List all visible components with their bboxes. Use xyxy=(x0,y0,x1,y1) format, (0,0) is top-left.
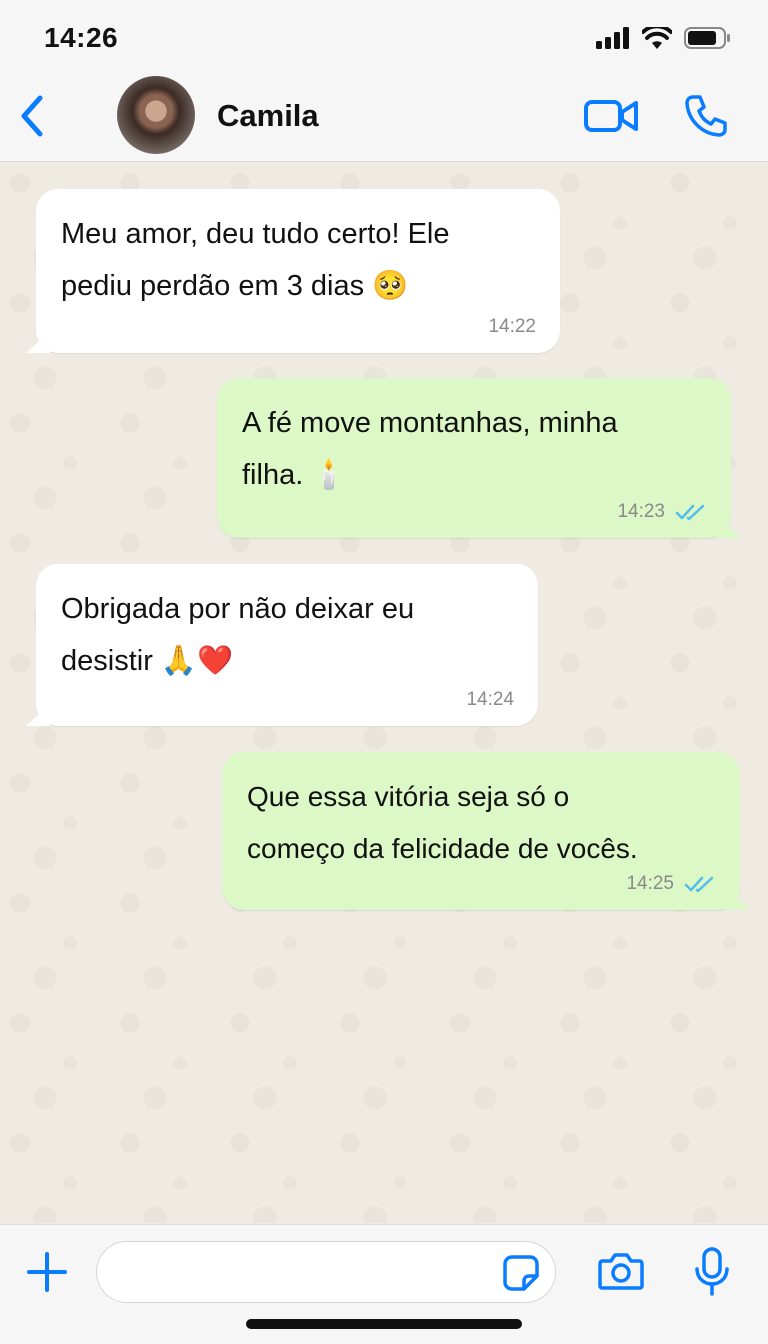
double-check-icon xyxy=(675,504,705,521)
input-bar xyxy=(0,1224,768,1344)
message-text-line: Obrigada por não deixar eu xyxy=(61,593,415,625)
video-camera-icon xyxy=(584,100,638,132)
chat-header: Camila xyxy=(0,72,768,162)
camera-button[interactable] xyxy=(598,1251,644,1291)
contact-name[interactable]: Camila xyxy=(217,98,319,134)
message-text-line: Meu amor, deu tudo certo! Ele xyxy=(61,218,450,250)
video-call-button[interactable] xyxy=(584,98,638,134)
message-text-line: começo da felicidade de vocês. xyxy=(247,833,638,864)
message-bubble-outgoing[interactable]: A fé move montanhas, minha filha. 🕯️ 14:… xyxy=(217,378,741,538)
message-bubble-outgoing[interactable]: Que essa vitória seja só o começo da fel… xyxy=(222,752,750,910)
message-bubble-incoming[interactable]: Obrigada por não deixar eu desistir 🙏❤️ … xyxy=(26,564,538,726)
back-button[interactable] xyxy=(14,92,50,140)
voice-call-button[interactable] xyxy=(684,94,728,138)
message-bubble-incoming[interactable]: Meu amor, deu tudo certo! Ele pediu perd… xyxy=(26,189,560,353)
sticker-button[interactable] xyxy=(502,1254,540,1292)
message-text-line: pediu perdão em 3 dias 🥺 xyxy=(61,270,409,302)
message-text-line: A fé move montanhas, minha xyxy=(242,407,618,439)
message-meta: 14:22 xyxy=(488,315,536,339)
double-check-icon xyxy=(684,876,714,893)
message-text-line: desistir 🙏❤️ xyxy=(61,645,234,677)
bubble-tail xyxy=(26,331,50,353)
signal-icon xyxy=(596,27,629,49)
status-bar: 14:26 xyxy=(0,0,768,72)
chevron-left-icon xyxy=(21,95,43,137)
phone-icon xyxy=(685,95,727,137)
message-meta: 14:23 xyxy=(617,500,707,524)
bubble-tail xyxy=(717,516,741,538)
message-time: 14:24 xyxy=(466,689,514,710)
message-text-line: filha. 🕯️ xyxy=(242,459,348,491)
attach-button[interactable] xyxy=(26,1251,68,1293)
avatar[interactable] xyxy=(117,76,195,154)
message-meta: 14:25 xyxy=(626,872,716,896)
message-time: 14:22 xyxy=(488,316,536,337)
sticker-icon xyxy=(503,1255,539,1291)
battery-icon xyxy=(684,27,730,49)
camera-icon xyxy=(598,1253,644,1290)
message-meta: 14:24 xyxy=(466,688,514,712)
microphone-button[interactable] xyxy=(694,1247,730,1297)
message-time: 14:25 xyxy=(626,873,674,894)
message-text-line: Que essa vitória seja só o xyxy=(247,781,570,812)
wifi-icon xyxy=(642,27,672,49)
home-indicator xyxy=(246,1319,522,1329)
plus-icon xyxy=(27,1252,67,1292)
status-time: 14:26 xyxy=(44,22,119,53)
bubble-tail xyxy=(726,888,750,910)
status-icons xyxy=(596,26,732,50)
bubble-tail xyxy=(26,704,50,726)
microphone-icon xyxy=(695,1247,729,1296)
message-time: 14:23 xyxy=(617,501,665,522)
chat-area[interactable]: Meu amor, deu tudo certo! Ele pediu perd… xyxy=(0,163,768,1223)
message-input[interactable] xyxy=(96,1241,556,1303)
